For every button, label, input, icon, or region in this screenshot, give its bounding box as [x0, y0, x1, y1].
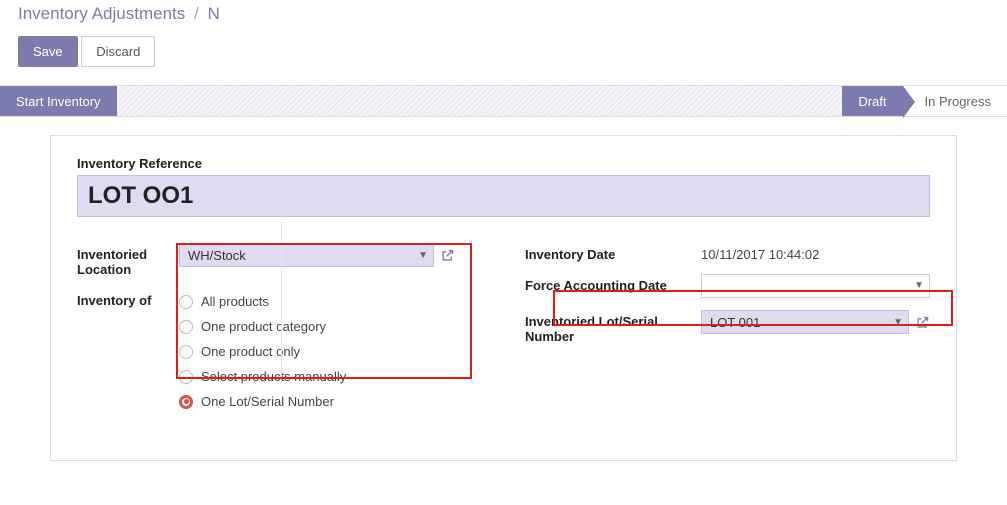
inventory-of-option[interactable]: One product category — [179, 314, 455, 339]
inventoried-location-select[interactable]: ▼ — [179, 243, 434, 267]
inventory-of-option[interactable]: One Lot/Serial Number — [179, 389, 455, 414]
external-link-icon[interactable] — [440, 248, 455, 263]
inventory-date-value: 10/11/2017 10:44:02 — [701, 243, 819, 262]
discard-button[interactable]: Discard — [81, 36, 155, 67]
force-accounting-date-input[interactable]: ▼ — [701, 274, 930, 298]
inventory-of-option[interactable]: Select products manually — [179, 364, 455, 389]
radio-label: Select products manually — [201, 369, 346, 384]
inventoried-lot-label: Inventoried Lot/Serial Number — [525, 310, 701, 344]
inventoried-location-input[interactable] — [179, 243, 434, 267]
radio-label: One Lot/Serial Number — [201, 394, 334, 409]
inventoried-lot-input[interactable] — [701, 310, 909, 334]
radio-icon — [179, 320, 193, 334]
start-inventory-button[interactable]: Start Inventory — [0, 86, 117, 116]
inventory-of-option[interactable]: One product only — [179, 339, 455, 364]
inventoried-location-label: Inventoried Location — [77, 243, 179, 277]
inventoried-lot-select[interactable]: ▼ — [701, 310, 909, 334]
breadcrumb: Inventory Adjustments / N — [18, 0, 989, 34]
save-button[interactable]: Save — [18, 36, 78, 67]
inventory-date-label: Inventory Date — [525, 243, 701, 262]
status-draft[interactable]: Draft — [842, 86, 902, 116]
radio-label: One product category — [201, 319, 326, 334]
breadcrumb-parent[interactable]: Inventory Adjustments — [18, 4, 185, 23]
force-accounting-date-label: Force Accounting Date — [525, 274, 701, 293]
inventory-of-radio-group: All products One product category One prod… — [179, 289, 455, 414]
radio-label: One product only — [201, 344, 300, 359]
inventory-reference-input[interactable] — [77, 175, 930, 217]
status-bar: Start Inventory Draft In Progress — [0, 85, 1007, 117]
divider — [281, 222, 282, 378]
radio-icon — [179, 345, 193, 359]
external-link-icon[interactable] — [915, 315, 930, 330]
status-in-progress[interactable]: In Progress — [903, 86, 1007, 116]
radio-icon — [179, 295, 193, 309]
inventory-of-option[interactable]: All products — [179, 289, 455, 314]
breadcrumb-separator: / — [194, 4, 199, 23]
inventory-of-label: Inventory of — [77, 289, 179, 308]
breadcrumb-current: N — [207, 4, 219, 23]
form-sheet: Inventory Reference Inventoried Location… — [50, 135, 957, 461]
radio-icon — [179, 395, 193, 409]
inventory-reference-label: Inventory Reference — [77, 156, 930, 171]
radio-icon — [179, 370, 193, 384]
chevron-down-icon: ▼ — [914, 280, 924, 291]
radio-label: All products — [201, 294, 269, 309]
